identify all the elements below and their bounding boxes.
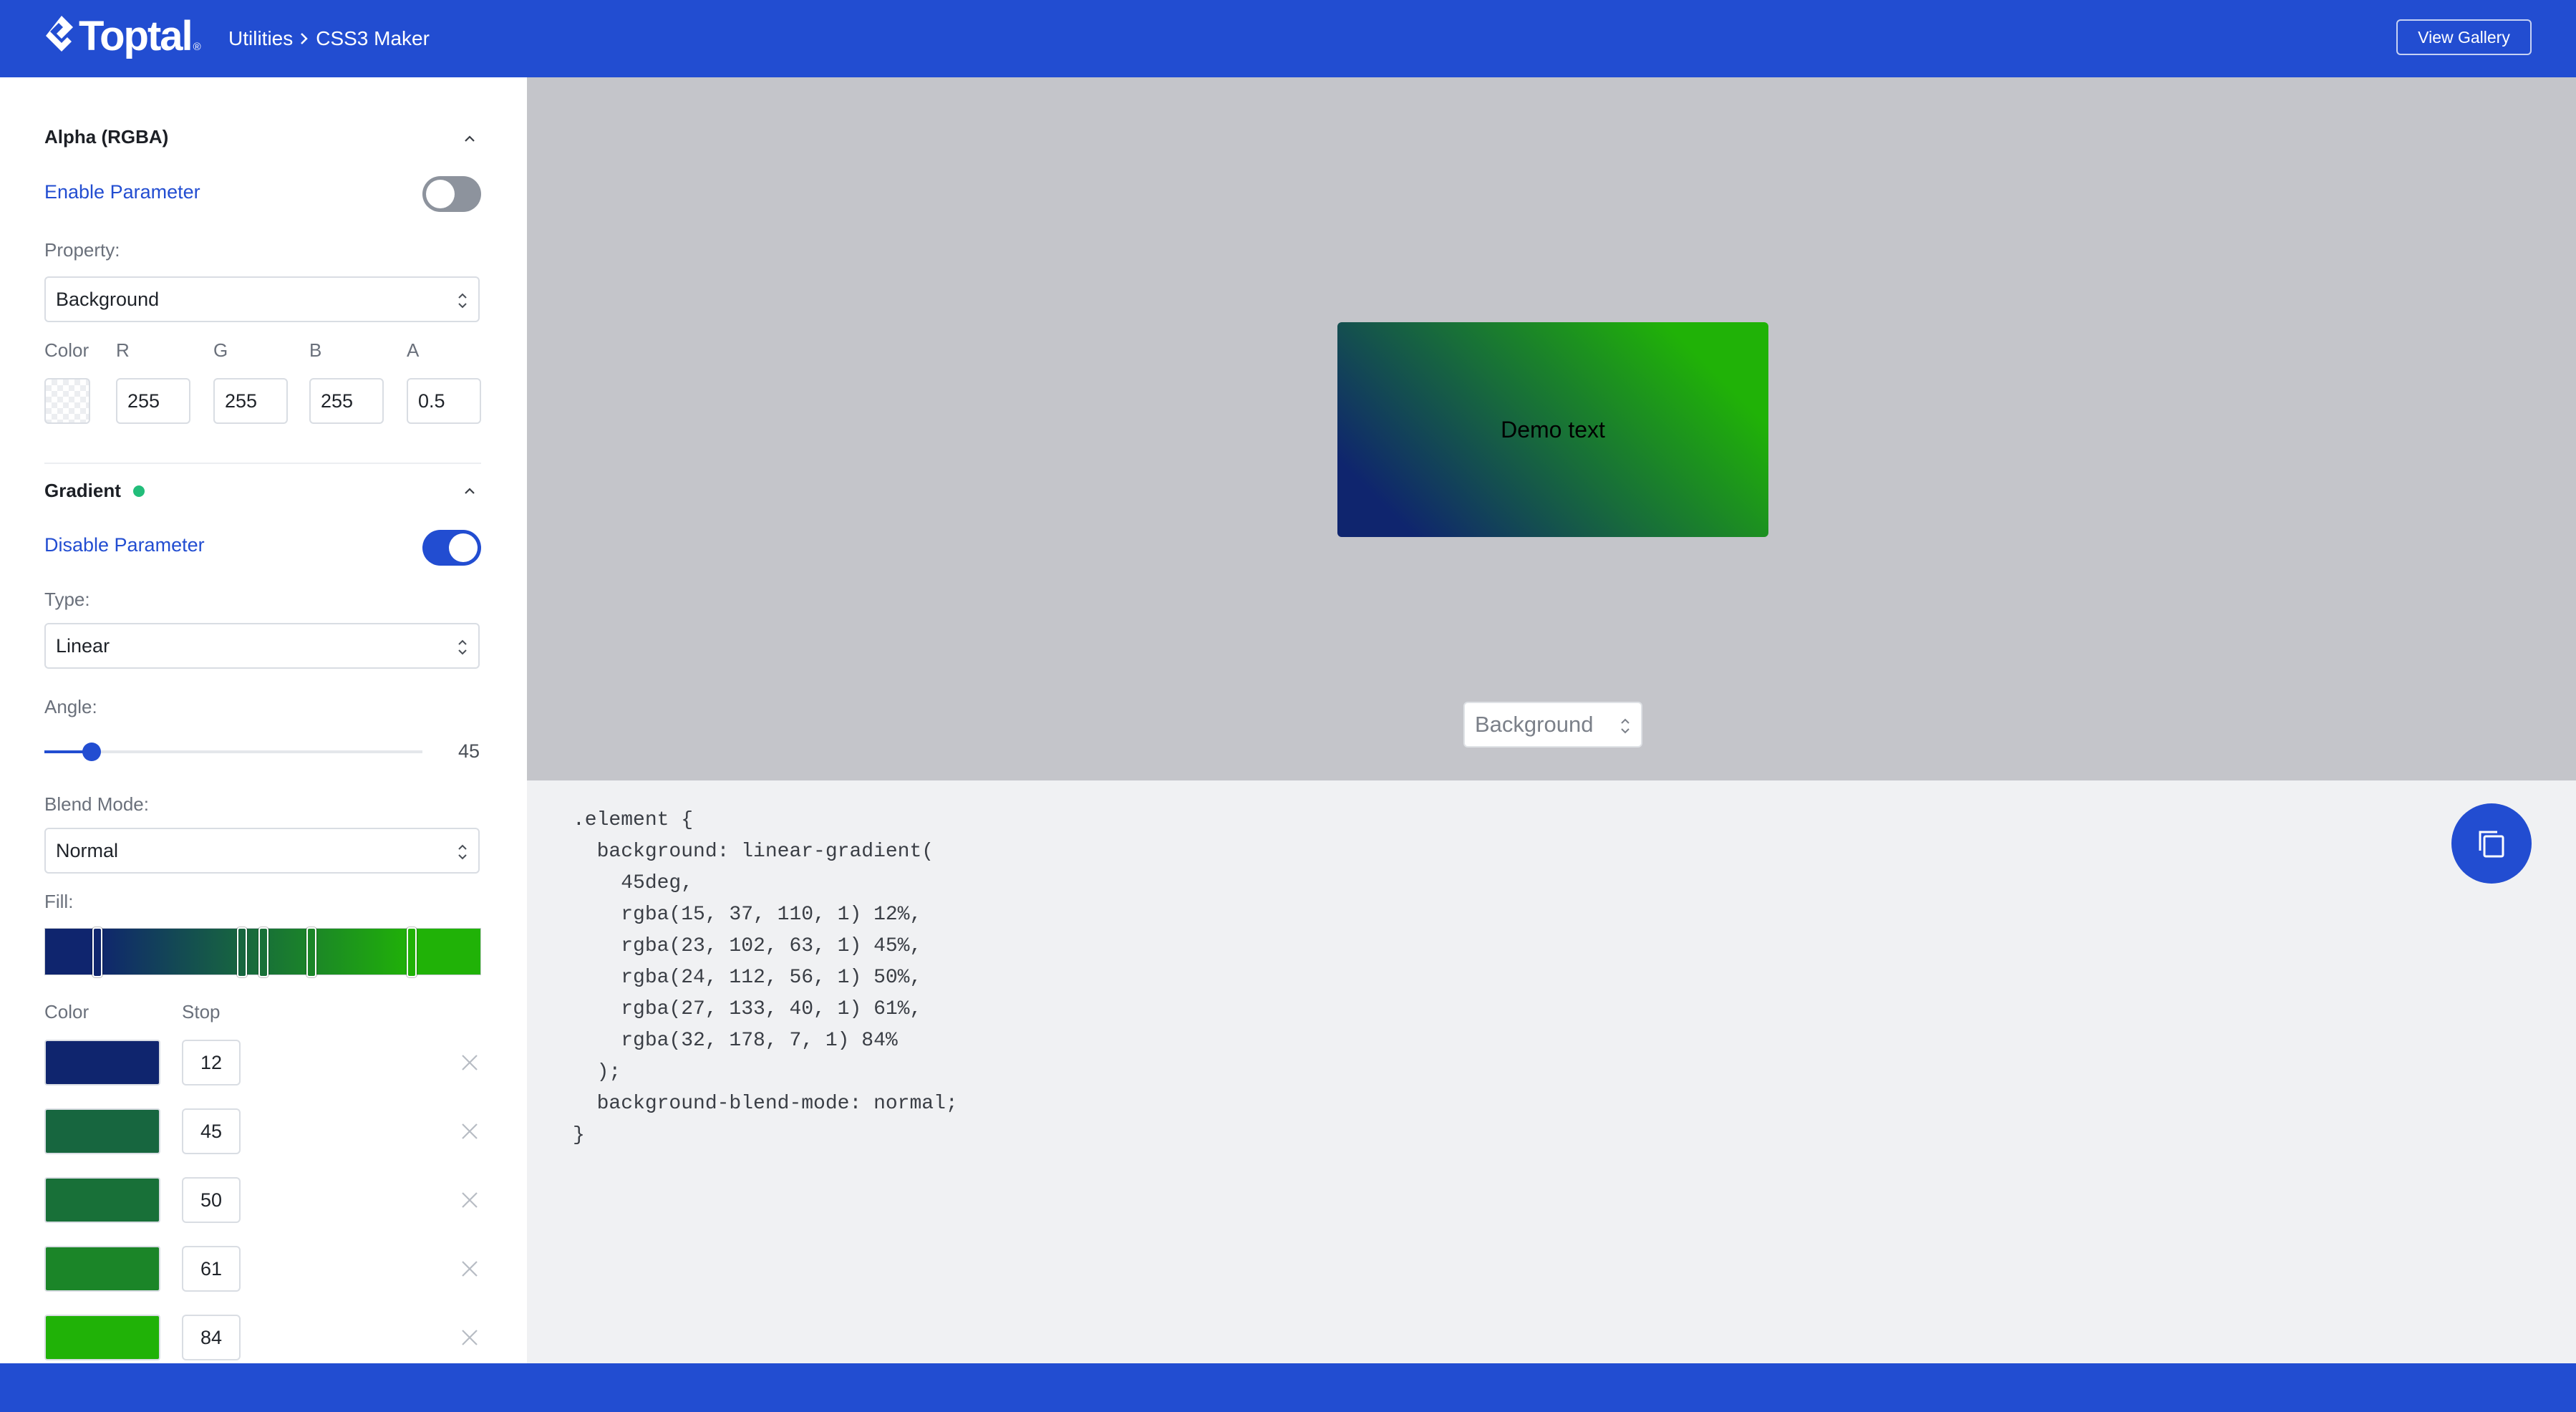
gradient-section-title[interactable]: Gradient bbox=[44, 480, 121, 502]
logo-text: Toptal bbox=[79, 12, 193, 59]
g-label: G bbox=[213, 339, 228, 361]
collapse-chevron-up-icon[interactable] bbox=[461, 483, 478, 500]
a-input[interactable]: 0.5 bbox=[407, 378, 481, 424]
remove-stop-close-icon[interactable] bbox=[458, 1189, 481, 1212]
preview-area: Demo text Background bbox=[527, 77, 2576, 780]
blend-mode-select[interactable]: Normal bbox=[44, 828, 480, 874]
gradient-fill-bar[interactable] bbox=[44, 927, 481, 977]
select-arrows-icon bbox=[458, 844, 467, 860]
blend-mode-select-value: Normal bbox=[56, 839, 119, 861]
select-arrows-icon bbox=[1621, 718, 1630, 734]
stop-position-input[interactable]: 45 bbox=[182, 1108, 241, 1154]
stop-position-input[interactable]: 12 bbox=[182, 1040, 241, 1085]
angle-slider-track[interactable] bbox=[44, 750, 422, 753]
demo-text: Demo text bbox=[1501, 416, 1605, 443]
view-gallery-button[interactable]: View Gallery bbox=[2396, 19, 2532, 55]
r-input[interactable]: 255 bbox=[116, 378, 190, 424]
gradient-enable-toggle[interactable] bbox=[422, 530, 481, 566]
gradient-stop-handle[interactable] bbox=[92, 927, 103, 977]
logo-registered-mark: ® bbox=[193, 41, 201, 53]
gradient-stop-handle[interactable] bbox=[236, 927, 247, 977]
fill-label: Fill: bbox=[44, 891, 74, 912]
gradient-stop-handle[interactable] bbox=[306, 927, 317, 977]
remove-stop-close-icon[interactable] bbox=[458, 1326, 481, 1349]
stop-position-column-label: Stop bbox=[182, 1001, 221, 1022]
angle-label: Angle: bbox=[44, 696, 97, 717]
remove-stop-close-icon[interactable] bbox=[458, 1257, 481, 1280]
demo-element: Demo text bbox=[1337, 322, 1768, 537]
stop-color-column-label: Color bbox=[44, 1001, 89, 1022]
remove-stop-close-icon[interactable] bbox=[458, 1120, 481, 1143]
g-input[interactable]: 255 bbox=[213, 378, 288, 424]
angle-slider-thumb[interactable] bbox=[82, 743, 101, 761]
collapse-chevron-up-icon[interactable] bbox=[461, 130, 478, 148]
select-arrows-icon bbox=[458, 639, 467, 655]
color-label: Color bbox=[44, 339, 89, 361]
type-select[interactable]: Linear bbox=[44, 623, 480, 669]
b-label: B bbox=[309, 339, 322, 361]
copy-code-button[interactable] bbox=[2451, 803, 2532, 884]
css-code-block[interactable]: .element { background: linear-gradient( … bbox=[573, 805, 958, 1151]
remove-stop-close-icon[interactable] bbox=[458, 1051, 481, 1074]
preview-property-select[interactable]: Background bbox=[1463, 702, 1642, 748]
disable-parameter-link[interactable]: Disable Parameter bbox=[44, 534, 205, 556]
angle-value: 45 bbox=[458, 740, 480, 762]
property-label: Property: bbox=[44, 239, 120, 261]
toggle-knob bbox=[449, 533, 478, 562]
gradient-stop-handle[interactable] bbox=[407, 927, 417, 977]
top-bar: Toptal ® Utilities CSS3 Maker View Galle… bbox=[0, 0, 2576, 77]
toptal-logo-icon bbox=[46, 16, 73, 52]
breadcrumb-utilities[interactable]: Utilities bbox=[228, 27, 293, 50]
code-line: rgba(27, 133, 40, 1) 61%, bbox=[573, 998, 922, 1020]
stop-position-input[interactable]: 61 bbox=[182, 1246, 241, 1292]
code-line: ); bbox=[573, 1061, 621, 1083]
code-output-panel: .element { background: linear-gradient( … bbox=[527, 780, 2576, 1363]
code-line: rgba(32, 178, 7, 1) 84% bbox=[573, 1030, 898, 1052]
chevron-right-icon bbox=[299, 30, 310, 47]
settings-sidebar[interactable]: Alpha (RGBA) Enable Parameter Property: … bbox=[0, 77, 527, 1363]
stop-color-swatch[interactable] bbox=[44, 1315, 160, 1360]
toptal-logo[interactable]: Toptal ® bbox=[44, 13, 201, 59]
alpha-section-title[interactable]: Alpha (RGBA) bbox=[44, 126, 168, 148]
stop-position-input[interactable]: 50 bbox=[182, 1177, 241, 1223]
code-line: background: linear-gradient( bbox=[573, 841, 934, 863]
alpha-enable-toggle[interactable] bbox=[422, 176, 481, 212]
b-input[interactable]: 255 bbox=[309, 378, 384, 424]
type-label: Type: bbox=[44, 589, 90, 610]
code-line: 45deg, bbox=[573, 872, 694, 894]
property-select-value: Background bbox=[56, 288, 160, 310]
stop-color-swatch[interactable] bbox=[44, 1040, 160, 1085]
type-select-value: Linear bbox=[56, 634, 110, 657]
code-line: } bbox=[573, 1124, 585, 1146]
section-divider bbox=[44, 463, 481, 464]
preview-select-value: Background bbox=[1475, 712, 1594, 737]
a-label: A bbox=[407, 339, 420, 361]
code-line: .element { bbox=[573, 809, 694, 831]
stop-color-swatch[interactable] bbox=[44, 1246, 160, 1292]
copy-icon bbox=[2479, 831, 2504, 858]
gradient-stop-handle[interactable] bbox=[258, 927, 268, 977]
breadcrumb-css3-maker[interactable]: CSS3 Maker bbox=[316, 27, 430, 50]
breadcrumb: Utilities CSS3 Maker bbox=[228, 24, 430, 53]
toggle-knob bbox=[426, 180, 455, 208]
bottom-bar bbox=[0, 1363, 2576, 1412]
stop-color-swatch[interactable] bbox=[44, 1108, 160, 1154]
code-line: background-blend-mode: normal; bbox=[573, 1093, 958, 1115]
property-select[interactable]: Background bbox=[44, 276, 480, 322]
code-line: rgba(23, 102, 63, 1) 45%, bbox=[573, 935, 922, 957]
enable-parameter-link[interactable]: Enable Parameter bbox=[44, 181, 200, 203]
code-line: rgba(15, 37, 110, 1) 12%, bbox=[573, 904, 922, 926]
stop-color-swatch[interactable] bbox=[44, 1177, 160, 1223]
code-line: rgba(24, 112, 56, 1) 50%, bbox=[573, 967, 922, 989]
stop-position-input[interactable]: 84 bbox=[182, 1315, 241, 1360]
alpha-color-swatch[interactable] bbox=[44, 378, 90, 424]
active-indicator-dot bbox=[133, 485, 145, 497]
blend-mode-label: Blend Mode: bbox=[44, 793, 149, 815]
select-arrows-icon bbox=[458, 293, 467, 309]
r-label: R bbox=[116, 339, 130, 361]
